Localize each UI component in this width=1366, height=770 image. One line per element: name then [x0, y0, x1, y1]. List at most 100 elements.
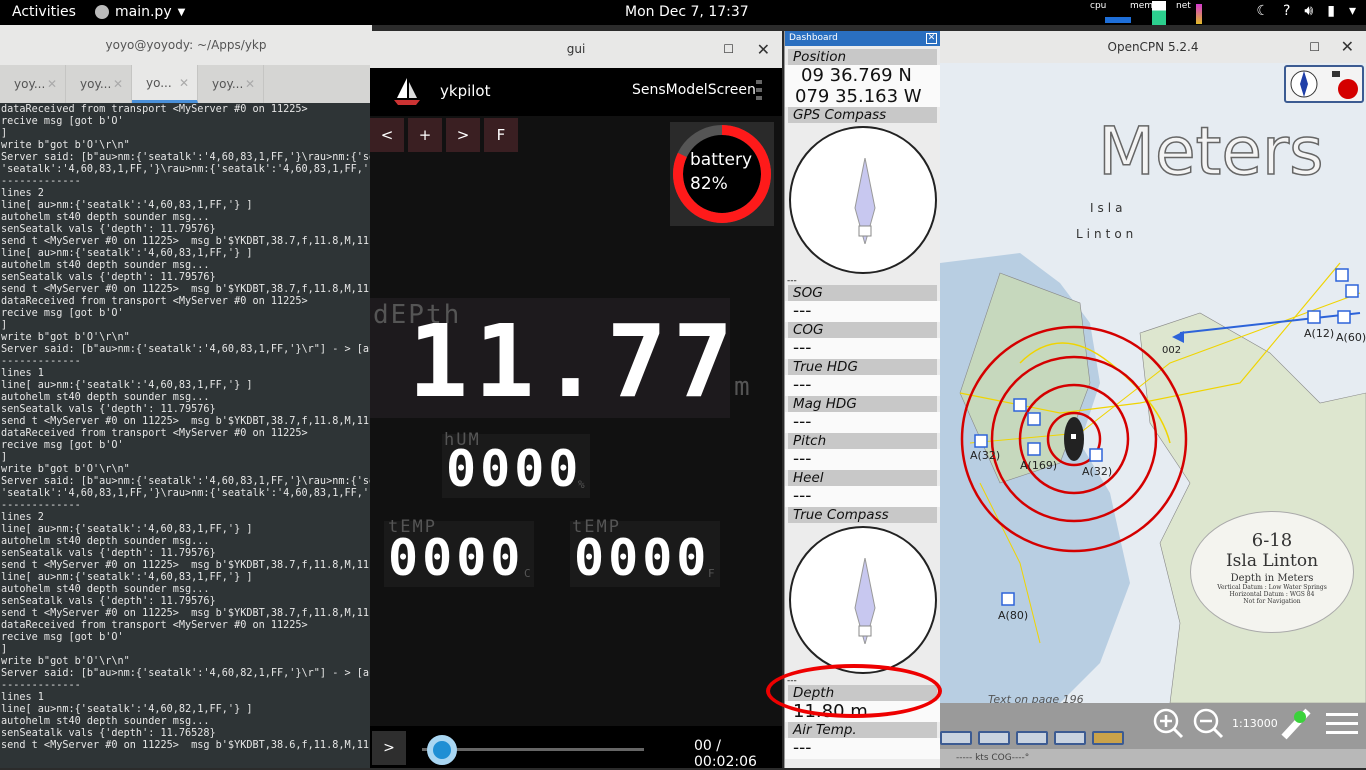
next-button[interactable]: >: [446, 118, 480, 152]
fullscreen-button[interactable]: F: [484, 118, 518, 152]
terminal-line: autohelm st40 depth sounder msg...: [1, 584, 210, 595]
terminal-line: lines 1: [1, 692, 44, 703]
terminal-line: autohelm st40 depth sounder msg...: [1, 260, 210, 271]
terminal-line: autohelm st40 depth sounder msg...: [1, 212, 210, 223]
app-title: ykpilot: [440, 82, 491, 100]
terminal-window: yoyo@yoyody: ~/Apps/ykp yoy... ✕ yoy... ✕ yo…: [0, 25, 372, 768]
sailboat-logo-icon: [394, 78, 420, 105]
chart-id: 6-18: [1251, 530, 1293, 551]
terminal-line: send t <MyServer #0 on 11225> msg b'$YKD…: [1, 416, 372, 427]
depth-instrument-label: Depth: [788, 685, 937, 701]
app-menu[interactable]: main.py ▼: [95, 4, 185, 20]
terminal-line: autohelm st40 depth sounder msg...: [1, 392, 210, 403]
close-tab-icon[interactable]: ✕: [47, 77, 57, 91]
opencpn-titlebar[interactable]: OpenCPN 5.2.4 ☐ ✕: [940, 31, 1366, 63]
activities-button[interactable]: Activities: [12, 4, 76, 20]
dashboard-title: Dashboard: [789, 33, 838, 43]
true-compass-label: True Compass: [788, 507, 937, 523]
instrument-list: SOG --- COG --- True HDG --- Mag HDG --- Pitch --…: [785, 285, 940, 507]
terminal-tab[interactable]: yoy... ✕: [198, 65, 264, 103]
player-bar: > 00 / 00:02:06: [370, 726, 782, 770]
cpu-label: cpu: [1090, 1, 1107, 11]
dashboard-titlebar[interactable]: Dashboard ✕: [785, 31, 940, 46]
menu-button[interactable]: [1326, 711, 1358, 737]
instrument-label: Pitch: [788, 433, 937, 449]
chart-bar-button[interactable]: [1016, 731, 1048, 745]
maximize-icon[interactable]: ☐: [723, 31, 734, 68]
true-compass-dial: [789, 526, 937, 674]
clock[interactable]: Mon Dec 7, 17:37: [625, 4, 749, 20]
terminal-tab[interactable]: yoy... ✕: [66, 65, 132, 103]
chart-bar-button[interactable]: [940, 731, 972, 745]
ownship-button[interactable]: [1280, 707, 1314, 741]
position-label: Position: [788, 49, 937, 65]
terminal-line: line[ au>nm:{'seatalk':'4,60,82,1,FF,'} …: [1, 704, 253, 715]
chart-note-2: Horizontal Datum : WGS 84: [1229, 591, 1315, 598]
true-compass-value: ---: [787, 676, 797, 686]
window-title: gui: [566, 42, 586, 56]
terminal-line: autohelm st40 depth sounder msg...: [1, 536, 210, 547]
terminal-tab[interactable]: yo... ✕: [132, 65, 198, 103]
zoom-out-button[interactable]: [1192, 707, 1224, 739]
gps-compass-dial: [789, 126, 937, 274]
instrument-value: ---: [785, 375, 940, 396]
zoom-in-button[interactable]: [1152, 707, 1184, 739]
anchor-label: A(80): [998, 609, 1029, 622]
night-mode-icon[interactable]: ☾: [1256, 3, 1269, 19]
terminal-line: dataReceived from transport <MyServer #0…: [1, 620, 308, 631]
terminal-output[interactable]: dataReceived from transport <MyServer #0…: [0, 103, 372, 765]
prev-button[interactable]: <: [370, 118, 404, 152]
terminal-line: lines 2: [1, 512, 44, 523]
nautical-chart[interactable]: Meters Isla Linton 6-18 Isla Linton Dept…: [940, 63, 1366, 703]
temp-f-value: 0000: [574, 529, 711, 587]
seek-knob[interactable]: [426, 735, 457, 765]
close-tab-icon[interactable]: ✕: [113, 77, 123, 91]
add-button[interactable]: +: [408, 118, 442, 152]
close-tab-icon[interactable]: ✕: [245, 77, 255, 91]
anchor-label: A(169): [1020, 459, 1058, 472]
terminal-tab-label: yoy...: [80, 77, 112, 91]
terminal-line: dataReceived from transport <MyServer #0…: [1, 296, 308, 307]
terminal-tab[interactable]: yoy... ✕: [0, 65, 66, 103]
chart-bar-button-active[interactable]: [1092, 731, 1124, 745]
terminal-line: lines 2: [1, 188, 44, 199]
terminal-line: line[ au>nm:{'seatalk':'4,60,83,1,FF,'} …: [1, 380, 253, 391]
screen-selector[interactable]: SensModelScreen: [632, 82, 756, 98]
terminal-tab-label: yo...: [146, 75, 172, 90]
terminal-line: write b"got b'O'\r\n": [1, 140, 130, 151]
terminal-titlebar[interactable]: yoyo@yoyody: ~/Apps/ykp: [0, 25, 372, 65]
instrument-value: ---: [785, 412, 940, 433]
terminal-line: recive msg [got b'O': [1, 440, 124, 451]
power-icon[interactable]: ▾: [1349, 3, 1356, 19]
compass-rose-button[interactable]: [1284, 65, 1364, 103]
anchor-label: A(12): [1304, 327, 1335, 340]
more-menu-icon[interactable]: [756, 80, 762, 104]
battery-icon[interactable]: ▮: [1327, 3, 1335, 19]
text-on-page: Text on page 196: [988, 693, 1084, 703]
help-icon[interactable]: ?: [1283, 3, 1290, 19]
island-name-1: Isla: [1090, 201, 1127, 215]
terminal-tab-label: yoy...: [14, 77, 46, 91]
dashboard-close-icon[interactable]: ✕: [926, 33, 937, 44]
waypoint-label: 002: [1162, 345, 1182, 356]
net-graph: [1196, 4, 1202, 24]
maximize-icon[interactable]: ☐: [1309, 31, 1320, 63]
instrument-value: ---: [785, 486, 940, 507]
status-icons[interactable]: ☾ ? 🔊︎ ▮ ▾: [1256, 3, 1356, 19]
volume-icon[interactable]: 🔊︎: [1304, 3, 1313, 19]
play-button[interactable]: >: [372, 731, 406, 765]
cpu-graph: [1105, 8, 1131, 23]
close-icon[interactable]: ✕: [1341, 31, 1354, 63]
instrument-label: SOG: [788, 285, 937, 301]
terminal-line: lines 1: [1, 368, 44, 379]
gps-compass-value: ---: [787, 276, 797, 286]
chart-bar-button[interactable]: [1054, 731, 1086, 745]
gui-titlebar[interactable]: gui ☐ ✕: [370, 31, 782, 68]
app-icon: [95, 5, 109, 19]
chart-bar-button[interactable]: [978, 731, 1010, 745]
close-tab-icon[interactable]: ✕: [179, 76, 189, 90]
anchor-label: A(32): [970, 449, 1001, 462]
hamburger-menu-icon: [1326, 713, 1358, 734]
terminal-line: senSeatalk vals {'depth': 11.76528}: [1, 728, 216, 739]
close-icon[interactable]: ✕: [757, 31, 770, 68]
